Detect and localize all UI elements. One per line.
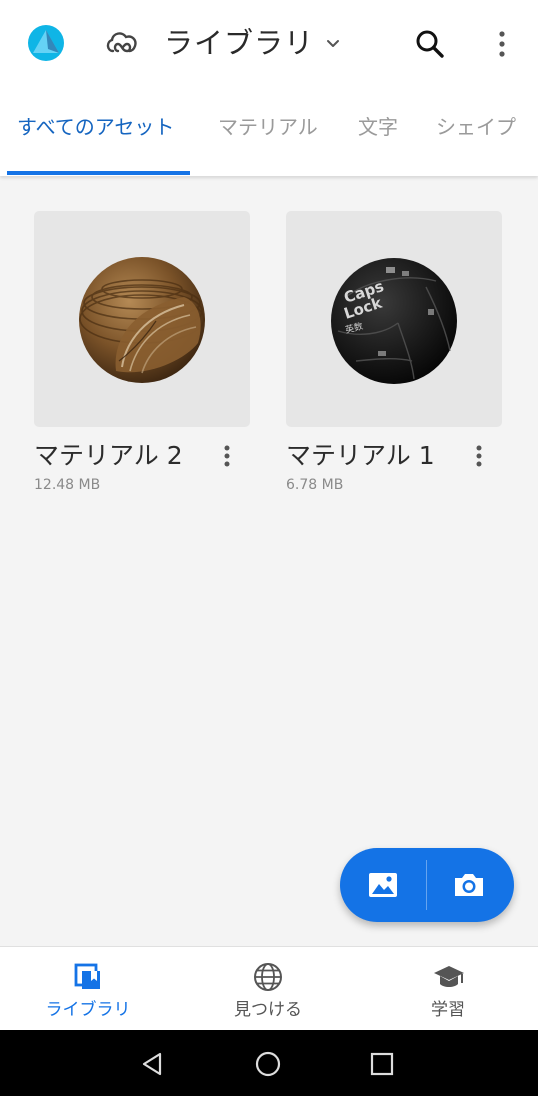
asset-size: 6.78 MB: [286, 477, 344, 493]
active-tab-indicator: [7, 171, 190, 175]
asset-name: マテリアル 2: [34, 441, 183, 470]
bottom-navigation: ライブラリ 見つける 学習: [0, 946, 538, 1030]
globe-icon: [254, 963, 282, 991]
nav-library[interactable]: ライブラリ: [8, 947, 168, 1031]
back-icon[interactable]: [138, 1050, 166, 1078]
more-vertical-icon[interactable]: [488, 28, 516, 60]
top-app-bar: ライブラリ すべてのアセット マテリアル 文字 シェイプ: [0, 0, 538, 176]
camera-icon: [455, 874, 483, 896]
home-icon[interactable]: [254, 1050, 282, 1078]
recents-icon[interactable]: [368, 1050, 396, 1078]
wood-sphere-image: [79, 257, 205, 383]
tab-materials[interactable]: マテリアル: [218, 112, 318, 142]
chevron-down-icon[interactable]: [322, 33, 344, 55]
keyboard-sphere-image: Caps Lock 英数: [331, 258, 457, 384]
nav-library-label: ライブラリ: [45, 1000, 131, 1020]
app-logo-icon[interactable]: [28, 25, 64, 61]
tab-shapes[interactable]: シェイプ: [436, 112, 516, 142]
more-vertical-icon[interactable]: [468, 443, 490, 471]
library-icon: [74, 963, 100, 989]
add-from-image-button[interactable]: [340, 848, 426, 922]
creative-cloud-icon[interactable]: [104, 26, 140, 60]
tab-text[interactable]: 文字: [358, 112, 398, 142]
asset-name: マテリアル 1: [286, 441, 435, 470]
asset-thumbnail-wood[interactable]: [34, 211, 250, 427]
camera-capture-button[interactable]: [426, 848, 512, 922]
nav-discover-label: 見つける: [234, 1000, 302, 1020]
asset-thumbnail-keyboard[interactable]: Caps Lock 英数: [286, 211, 502, 427]
image-icon: [369, 873, 397, 897]
nav-learn-label: 学習: [431, 1000, 465, 1020]
asset-size: 12.48 MB: [34, 477, 101, 493]
asset-tabs: すべてのアセット マテリアル 文字 シェイプ: [0, 104, 538, 176]
tab-all-assets[interactable]: すべてのアセット: [17, 112, 174, 142]
nav-learn[interactable]: 学習: [368, 947, 528, 1031]
library-title[interactable]: ライブラリ: [164, 24, 314, 62]
search-icon[interactable]: [412, 26, 448, 62]
system-navigation-bar: [0, 1030, 538, 1096]
add-asset-fab: [340, 848, 514, 922]
more-vertical-icon[interactable]: [216, 443, 238, 471]
nav-discover[interactable]: 見つける: [188, 947, 348, 1031]
graduation-cap-icon: [434, 966, 464, 987]
